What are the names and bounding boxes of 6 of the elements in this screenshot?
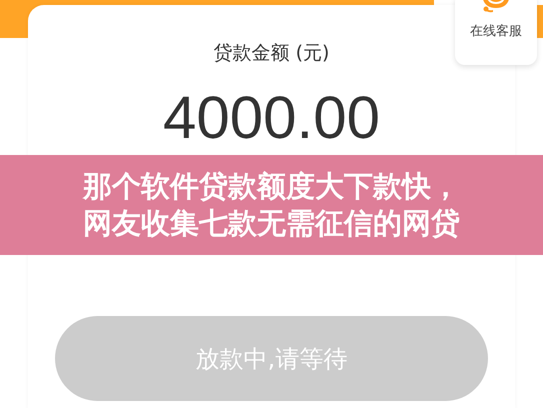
support-widget[interactable]: 在线客服	[455, 0, 537, 65]
headline-line: 那个软件贷款额度大下款快，	[83, 168, 460, 205]
support-label: 在线客服	[470, 23, 522, 40]
loan-amount: 4000.00	[163, 86, 380, 150]
amount-label: 贷款金额 (元)	[214, 42, 330, 64]
headline-line: 网友收集七款无需征信的网贷	[83, 205, 460, 242]
